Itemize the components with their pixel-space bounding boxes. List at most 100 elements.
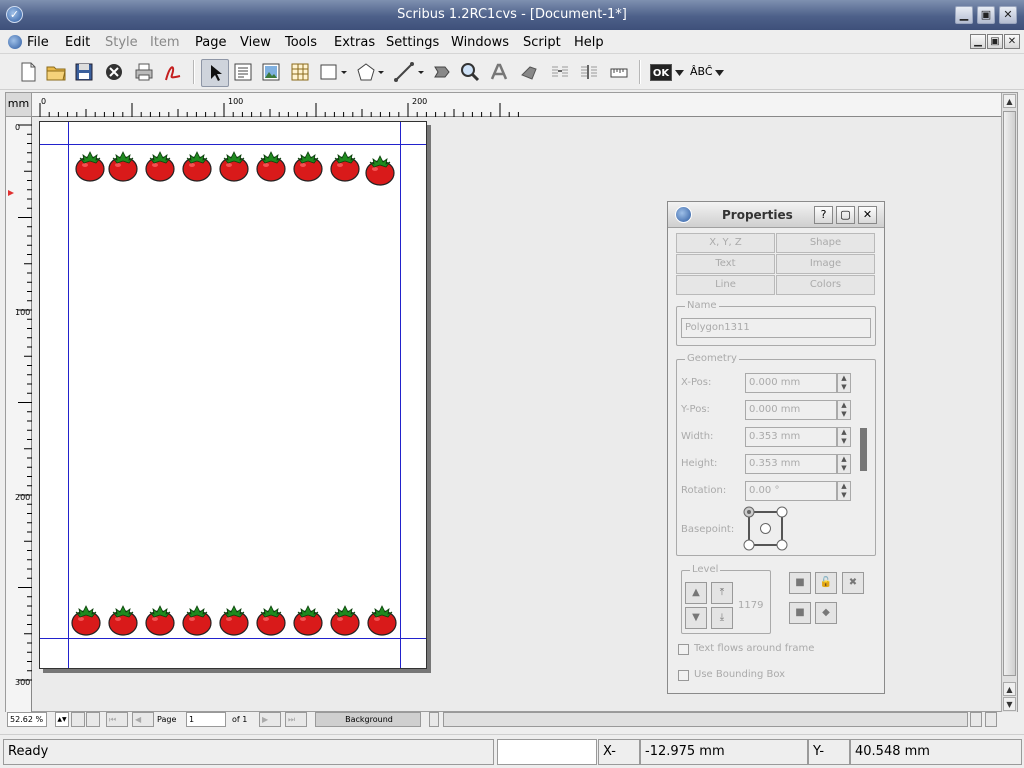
menu-windows[interactable]: Windows [451, 35, 509, 50]
properties-palette[interactable]: Properties ? ▢ ✕ X, Y, Z Shape Text Imag… [667, 201, 885, 694]
lower-button[interactable]: ▼ [685, 607, 707, 629]
mdi-minimize-button[interactable]: ▁ [970, 34, 986, 49]
mdi-close-button[interactable]: ✕ [1004, 34, 1020, 49]
raise-button[interactable]: ▲ [685, 582, 707, 604]
tab-image[interactable]: Image [776, 254, 875, 274]
edit-text-icon[interactable] [489, 61, 511, 83]
text-frame-icon[interactable] [232, 61, 254, 83]
menu-item[interactable]: Item [150, 35, 180, 50]
tomato-image[interactable] [366, 602, 398, 636]
chevron-down-icon[interactable] [715, 70, 724, 76]
menu-view[interactable]: View [240, 35, 271, 50]
measure-icon[interactable] [608, 61, 630, 83]
zoom-stepper[interactable]: ▲▼ [55, 712, 69, 727]
scroll-down-button[interactable]: ▼ [1003, 697, 1016, 711]
width-stepper[interactable]: ▲ ▼ [837, 427, 851, 447]
send-to-back-button[interactable]: ⤓ [711, 607, 733, 629]
zoom-field[interactable]: 52.62 % [7, 712, 47, 727]
tomato-image[interactable] [218, 148, 250, 182]
tomato-image[interactable] [70, 602, 102, 636]
maximize-button[interactable]: ▢ [836, 206, 855, 224]
rotate-icon[interactable] [431, 61, 453, 83]
tab-colors[interactable]: Colors [776, 275, 875, 295]
text-flows-checkbox[interactable] [678, 644, 689, 655]
tomato-image[interactable] [144, 148, 176, 182]
tomato-image[interactable] [107, 148, 139, 182]
properties-titlebar[interactable]: Properties ? ▢ ✕ [668, 202, 884, 228]
page-select[interactable]: 1 [186, 712, 226, 727]
spell-check-icon[interactable]: ÂBĈ [690, 65, 713, 78]
xpos-field[interactable]: 0.000 mm [745, 373, 837, 393]
open-folder-icon[interactable] [45, 61, 67, 83]
scroll-right-button[interactable] [985, 712, 997, 727]
close-button[interactable]: ✕ [999, 6, 1017, 24]
tomato-image[interactable] [181, 602, 213, 636]
rotation-field[interactable]: 0.00 ° [745, 481, 837, 501]
menu-extras[interactable]: Extras [334, 35, 375, 50]
name-field[interactable]: Polygon1311 [681, 318, 871, 338]
lock-icon[interactable]: 🔓 [815, 572, 837, 594]
line-icon[interactable] [393, 61, 427, 83]
tomato-image[interactable] [74, 148, 106, 182]
next-page-button[interactable]: ▶ [259, 712, 281, 727]
bring-to-front-button[interactable]: ⤒ [711, 582, 733, 604]
table-icon[interactable] [289, 61, 311, 83]
tomato-image[interactable] [292, 148, 324, 182]
menu-tools[interactable]: Tools [285, 35, 317, 50]
basepoint-selector[interactable] [743, 506, 789, 552]
last-page-button[interactable]: ⏭ [285, 712, 307, 727]
menu-settings[interactable]: Settings [386, 35, 439, 50]
chevron-down-icon[interactable] [675, 70, 684, 76]
scroll-left-button[interactable] [429, 712, 439, 727]
shape-icon[interactable] [319, 61, 349, 83]
tomato-image[interactable] [329, 148, 361, 182]
save-icon[interactable] [73, 61, 95, 83]
print-disable-icon[interactable]: ✖ [842, 572, 864, 594]
close-button[interactable]: ✕ [858, 206, 877, 224]
menu-help[interactable]: Help [574, 35, 604, 50]
tomato-image[interactable] [107, 602, 139, 636]
pdf-tools-icon[interactable]: OK [650, 64, 672, 81]
polygon-icon[interactable] [356, 61, 386, 83]
menu-file[interactable]: File [27, 35, 49, 50]
zoom-out-icon[interactable] [71, 712, 85, 727]
ypos-field[interactable]: 0.000 mm [745, 400, 837, 420]
zoom-in-icon[interactable] [86, 712, 100, 727]
tomato-image[interactable] [255, 602, 287, 636]
horizontal-scrollbar[interactable] [443, 712, 968, 727]
restore-button[interactable]: ▣ [977, 6, 995, 24]
print-icon[interactable] [133, 61, 155, 83]
horizontal-ruler[interactable]: 0 100 200 [32, 93, 1002, 117]
tab-text[interactable]: Text [676, 254, 775, 274]
tab-line[interactable]: Line [676, 275, 775, 295]
scroll-thumb[interactable] [1003, 111, 1016, 676]
tomato-image[interactable] [364, 152, 396, 186]
link-frames-icon[interactable] [519, 61, 541, 83]
document-page[interactable] [39, 121, 427, 669]
help-button[interactable]: ? [814, 206, 833, 224]
edit-shape-icon[interactable]: ◆ [815, 602, 837, 624]
align-icon[interactable] [578, 61, 600, 83]
first-page-button[interactable]: ⏮ [106, 712, 128, 727]
mdi-restore-button[interactable]: ▣ [987, 34, 1003, 49]
height-stepper[interactable]: ▲ ▼ [837, 454, 851, 474]
window-titlebar[interactable]: ✓ Scribus 1.2RC1cvs - [Document-1*] ▁ ▣ … [0, 0, 1024, 30]
menu-page[interactable]: Page [195, 35, 226, 50]
bounding-box-checkbox[interactable] [678, 670, 689, 681]
unlink-frames-icon[interactable] [549, 61, 571, 83]
tab-xyz[interactable]: X, Y, Z [676, 233, 775, 253]
tomato-image[interactable] [255, 148, 287, 182]
scroll-left-button[interactable] [970, 712, 982, 727]
image-frame-icon[interactable] [260, 61, 282, 83]
tomato-image[interactable] [218, 602, 250, 636]
width-field[interactable]: 0.353 mm [745, 427, 837, 447]
aspect-ratio-lock[interactable] [860, 428, 867, 471]
menu-script[interactable]: Script [523, 35, 561, 50]
xpos-stepper[interactable]: ▲ ▼ [837, 373, 851, 393]
unit-selector[interactable]: mm [6, 93, 32, 117]
scroll-up-button[interactable]: ▲ [1003, 94, 1016, 108]
previous-page-button[interactable]: ◀ [132, 712, 154, 727]
pdf-export-icon[interactable] [162, 61, 184, 83]
rotation-stepper[interactable]: ▲ ▼ [837, 481, 851, 501]
tab-shape[interactable]: Shape [776, 233, 875, 253]
